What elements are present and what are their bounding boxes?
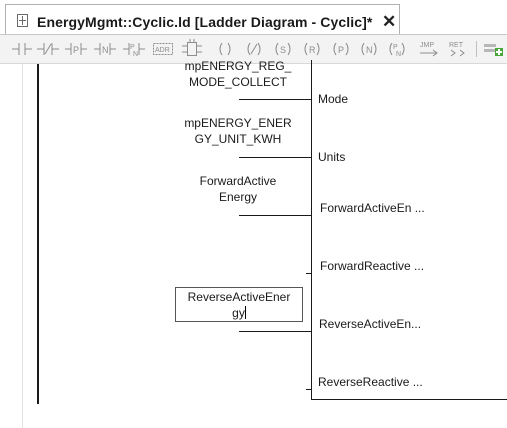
svg-text:ADR: ADR bbox=[155, 47, 170, 54]
svg-text:N: N bbox=[102, 45, 109, 55]
contact-no-icon[interactable] bbox=[10, 39, 34, 59]
coil-icon[interactable] bbox=[213, 39, 237, 59]
variable-line: gy bbox=[176, 305, 302, 321]
function-block[interactable] bbox=[311, 60, 507, 400]
contact-n-icon[interactable]: N bbox=[93, 39, 117, 59]
jump-icon[interactable]: JMP bbox=[417, 39, 441, 59]
contact-p-n-icon[interactable]: PN bbox=[122, 39, 146, 59]
coil-n-icon[interactable]: N bbox=[357, 39, 381, 59]
svg-text:P: P bbox=[393, 44, 398, 51]
return-icon[interactable]: RET bbox=[446, 39, 470, 59]
variable-line: mpENERGY_ENER bbox=[184, 116, 292, 130]
toolbar-separator bbox=[476, 41, 477, 57]
pin-forward-active-energy: ForwardActiveEn ... bbox=[320, 201, 425, 215]
tab-title: EnergyMgmt::Cyclic.ld [Ladder Diagram - … bbox=[37, 14, 373, 30]
pin-mode: Mode bbox=[318, 92, 349, 106]
pin-reverse-reactive-energy: ReverseReactive ... bbox=[318, 375, 423, 389]
contact-p-icon[interactable]: P bbox=[64, 39, 88, 59]
svg-text:RET: RET bbox=[449, 42, 464, 49]
add-network-icon[interactable] bbox=[482, 39, 506, 59]
input-stub bbox=[306, 273, 311, 274]
variable-line: ReverseActiveEner bbox=[187, 290, 291, 304]
svg-text:P: P bbox=[130, 44, 135, 51]
pin-reverse-active-energy: ReverseActiveEn... bbox=[319, 317, 422, 331]
document-tab-bar: EnergyMgmt::Cyclic.ld [Ladder Diagram - … bbox=[0, 0, 507, 35]
svg-text:R: R bbox=[309, 45, 316, 55]
coil-reset-icon[interactable]: R bbox=[300, 39, 324, 59]
pin-units: Units bbox=[318, 150, 346, 164]
input-variable-mode[interactable]: mpENERGY_REG_ MODE_COLLECT bbox=[170, 58, 306, 90]
document-tab[interactable]: EnergyMgmt::Cyclic.ld [Ladder Diagram - … bbox=[5, 4, 400, 34]
input-variable-forward-active[interactable]: ForwardActive Energy bbox=[170, 173, 306, 205]
input-wire bbox=[239, 157, 311, 158]
block-icon[interactable] bbox=[180, 39, 204, 59]
coil-pn-icon[interactable]: PN bbox=[385, 39, 409, 59]
svg-text:N: N bbox=[396, 51, 401, 58]
input-wire bbox=[239, 215, 311, 216]
coil-set-icon[interactable]: S bbox=[271, 39, 295, 59]
ladder-file-icon bbox=[17, 14, 28, 27]
svg-text:S: S bbox=[280, 45, 286, 55]
variable-edit-field[interactable]: ReverseActiveEner gy bbox=[175, 287, 303, 322]
input-wire bbox=[239, 331, 311, 332]
variable-line: Energy bbox=[218, 190, 258, 204]
variable-line: GY_UNIT_KWH bbox=[194, 132, 282, 146]
contact-nc-icon[interactable] bbox=[36, 39, 60, 59]
input-variable-units[interactable]: mpENERGY_ENER GY_UNIT_KWH bbox=[170, 115, 306, 147]
pin-forward-reactive-energy: ForwardReactive ... bbox=[320, 259, 425, 273]
variable-line: mpENERGY_REG_ bbox=[184, 59, 292, 73]
address-icon[interactable]: ADR bbox=[151, 39, 175, 59]
close-icon[interactable]: ✕ bbox=[382, 12, 396, 32]
editor-margin bbox=[0, 64, 23, 428]
left-power-rail bbox=[37, 64, 39, 404]
coil-p-icon[interactable]: P bbox=[329, 39, 353, 59]
svg-text:N: N bbox=[133, 51, 138, 58]
input-stub bbox=[306, 389, 311, 390]
svg-text:N: N bbox=[366, 45, 373, 55]
input-wire bbox=[239, 99, 311, 100]
variable-line: ForwardActive bbox=[199, 174, 277, 188]
text-caret bbox=[244, 306, 246, 319]
ladder-editor-canvas[interactable]: mpENERGY_REG_ MODE_COLLECT Mode mpENERGY… bbox=[0, 59, 507, 428]
svg-text:P: P bbox=[73, 45, 79, 55]
coil-negated-icon[interactable] bbox=[242, 39, 266, 59]
variable-line: MODE_COLLECT bbox=[188, 75, 288, 89]
svg-text:JMP: JMP bbox=[420, 42, 434, 49]
variable-line-text: gy bbox=[232, 306, 245, 320]
svg-text:P: P bbox=[338, 45, 344, 55]
